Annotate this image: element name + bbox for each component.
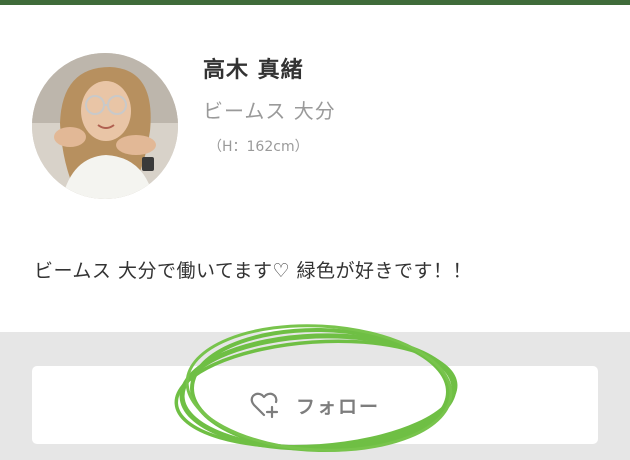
staff-height: （H：162cm） [208,139,309,155]
avatar-photo [32,53,178,199]
staff-bio: ビームス 大分で働いてます♡ 緑色が好きです！！ [34,260,473,282]
staff-shop[interactable]: ビームス 大分 [203,95,336,124]
staff-name: 高木 真緒 [203,58,304,83]
follow-button[interactable]: フォロー [32,366,598,444]
follow-button-label: フォロー [295,395,380,418]
heart-plus-icon [250,392,279,419]
avatar [32,53,178,199]
